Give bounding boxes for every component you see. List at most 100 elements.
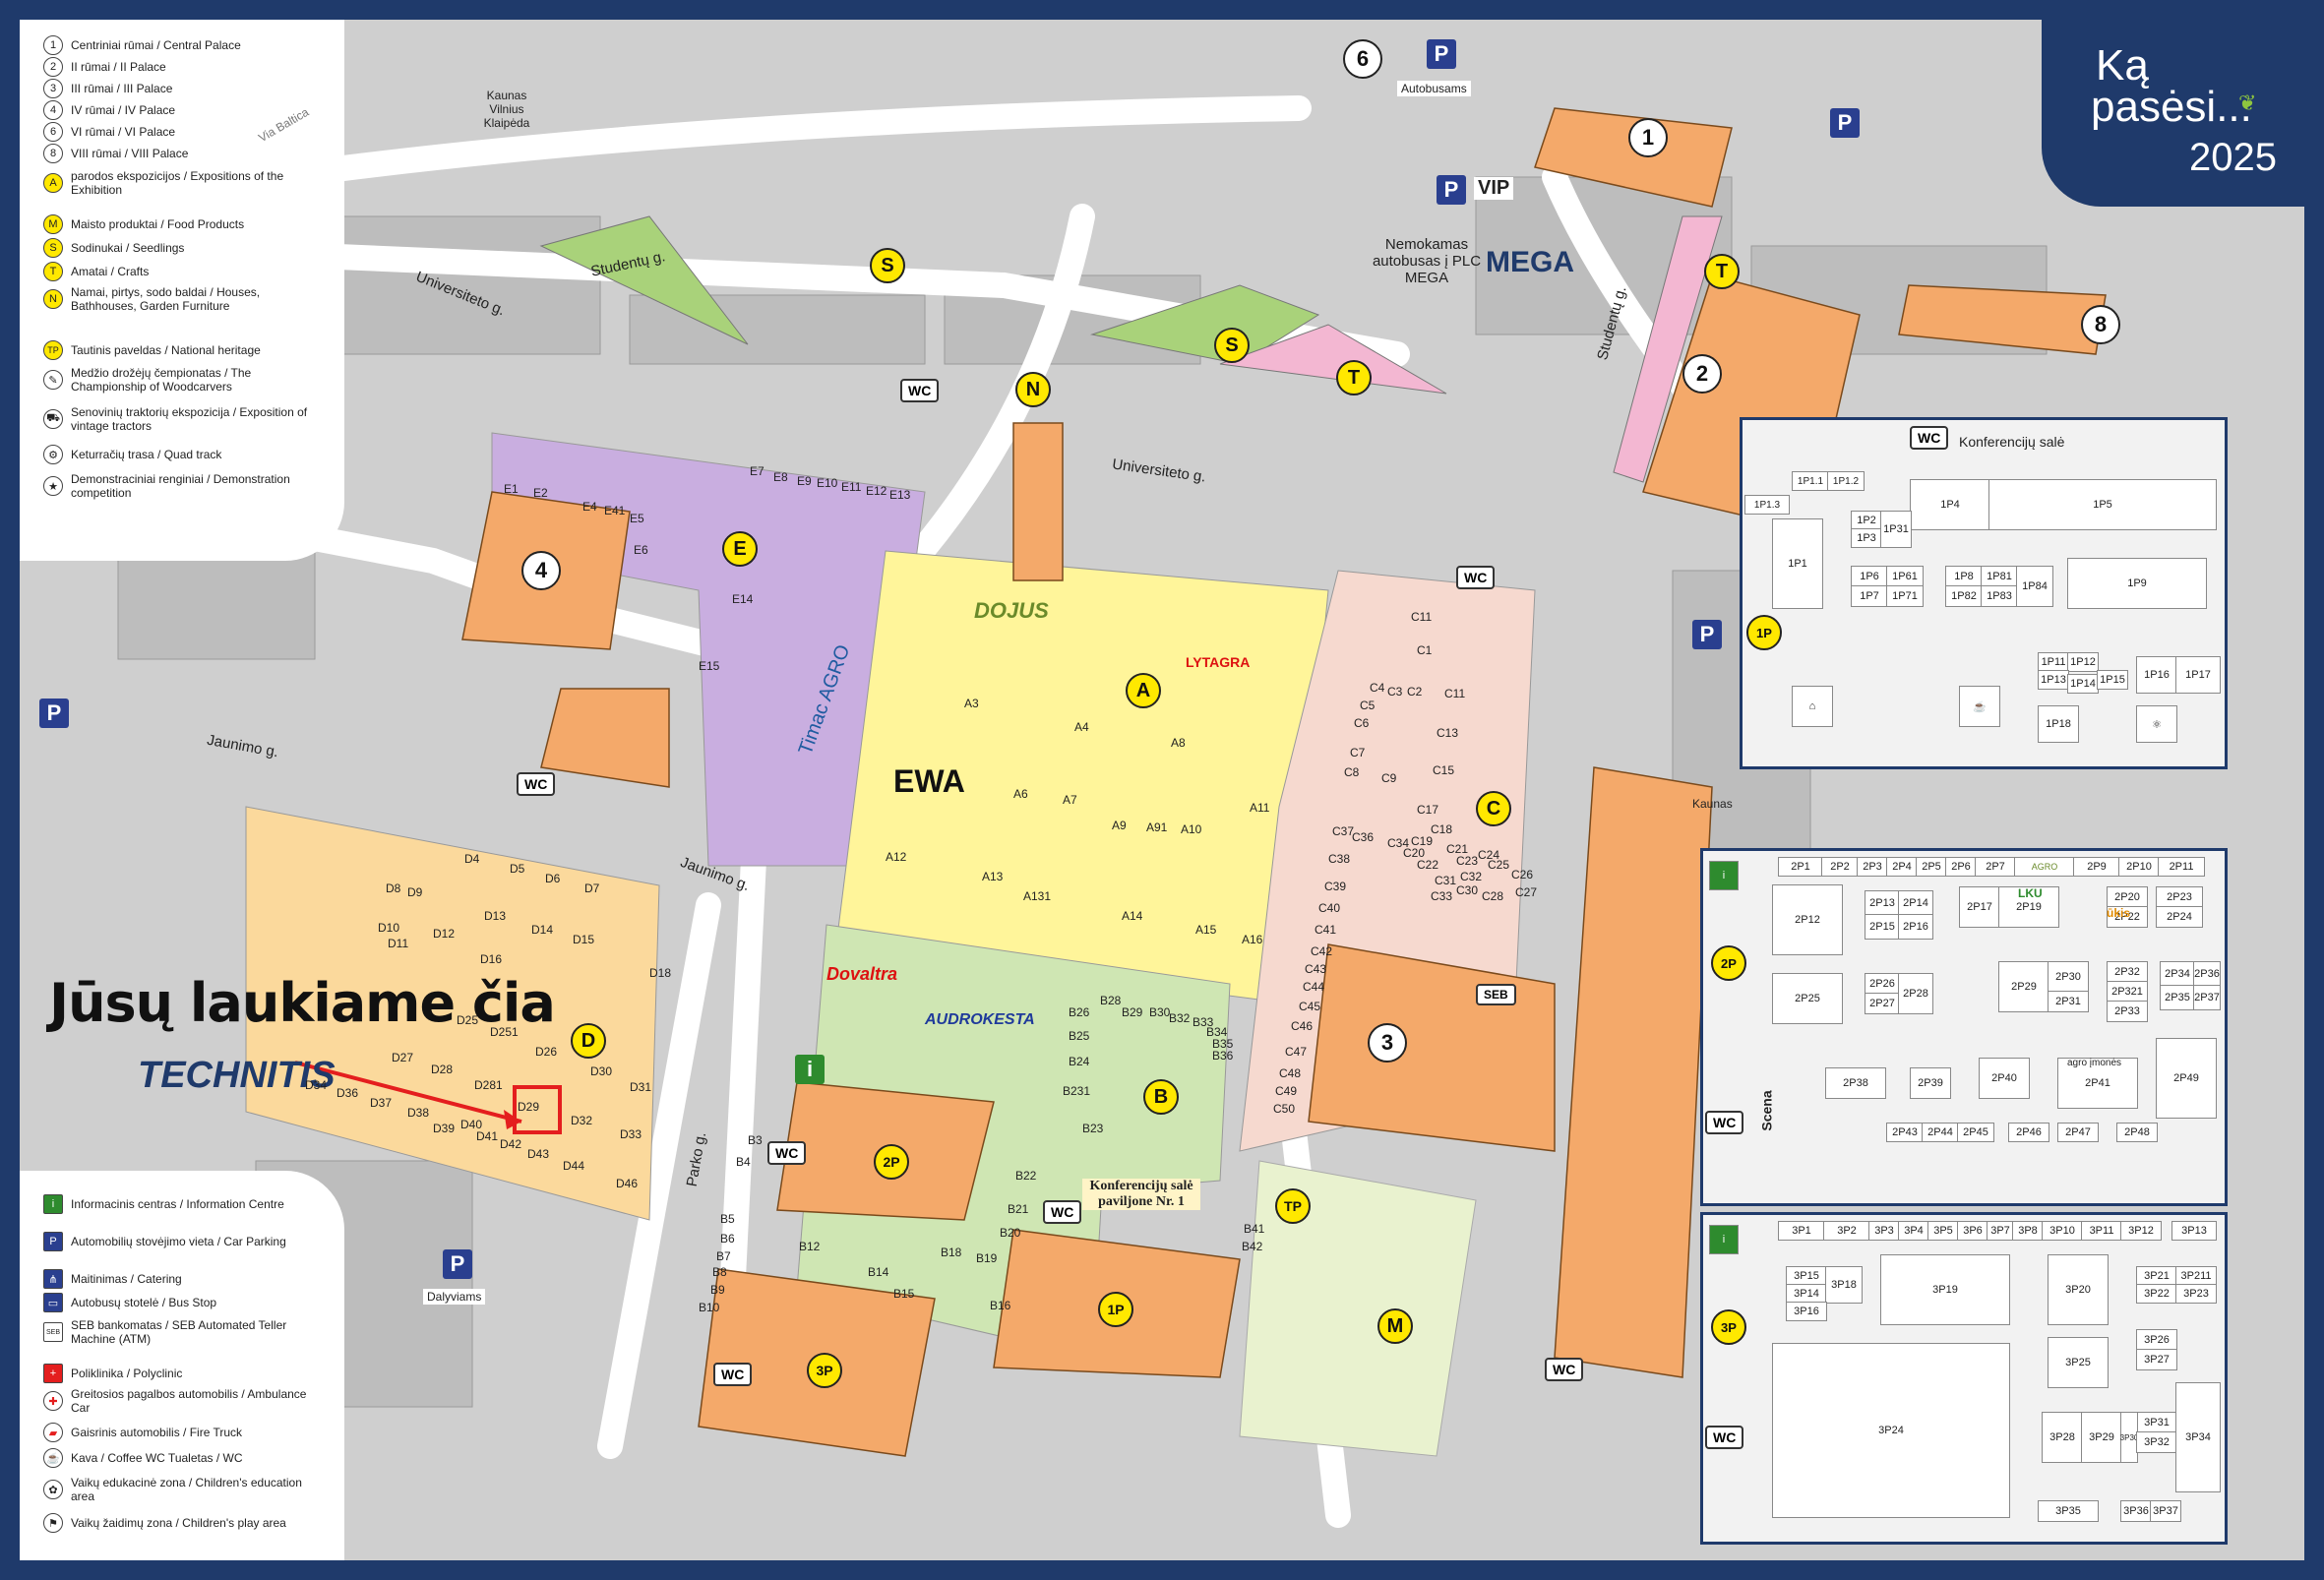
stand-cell[interactable]: 2P17 (1959, 886, 2000, 928)
stand-label[interactable]: B20 (1000, 1226, 1020, 1240)
stand-label[interactable]: B30 (1149, 1005, 1170, 1019)
stand-label[interactable]: C31 (1435, 874, 1456, 887)
stand-label[interactable]: B21 (1008, 1202, 1028, 1216)
stand-label[interactable]: D251 (490, 1025, 519, 1039)
stand-cell[interactable]: 3P1 (1778, 1221, 1825, 1241)
stand-label[interactable]: C28 (1482, 889, 1503, 903)
stand-cell[interactable]: 1P2 (1851, 511, 1882, 530)
stand-cell[interactable]: 3P31 (2136, 1412, 2177, 1433)
stand-label[interactable]: E11 (841, 480, 861, 494)
stand-label[interactable]: C4 (1370, 681, 1384, 695)
stand-cell[interactable]: 3P16 (1786, 1302, 1827, 1321)
zone-marker[interactable]: T (1336, 360, 1372, 395)
stand-cell[interactable]: 3P2 (1823, 1221, 1870, 1241)
stand-label[interactable]: B10 (699, 1301, 719, 1314)
stand-label[interactable]: B3 (748, 1133, 763, 1147)
palace-marker[interactable]: 3 (1368, 1023, 1407, 1063)
stand-label[interactable]: C8 (1344, 765, 1359, 779)
stand-cell[interactable]: 2P2 (1821, 857, 1859, 877)
stand-label[interactable]: A11 (1250, 801, 1269, 815)
stand-cell[interactable]: 1P14 (2067, 674, 2099, 694)
stand-label[interactable]: C5 (1360, 699, 1375, 712)
stand-label[interactable]: D12 (433, 927, 455, 941)
stand-label[interactable]: D26 (535, 1045, 557, 1059)
stand-label[interactable]: B41 (1244, 1222, 1264, 1236)
zone-marker[interactable]: N (1015, 372, 1051, 407)
stand-label[interactable]: C46 (1291, 1019, 1313, 1033)
stand-cell[interactable]: 2P5 (1916, 857, 1947, 877)
zone-marker[interactable]: S (1214, 328, 1250, 363)
stand-label[interactable]: C17 (1417, 803, 1438, 817)
stand-label[interactable]: E5 (630, 512, 644, 525)
hall-marker[interactable]: 1P (1098, 1292, 1133, 1327)
stand-label[interactable]: A8 (1171, 736, 1186, 750)
stand-label[interactable]: D18 (649, 966, 671, 980)
stand-label[interactable]: E10 (817, 476, 837, 490)
stand-label[interactable]: D7 (584, 881, 599, 895)
zone-marker[interactable]: C (1476, 791, 1511, 826)
stand-label[interactable]: E7 (750, 464, 764, 478)
stand-label[interactable]: C33 (1431, 889, 1452, 903)
stand-cell[interactable]: 2P34 (2160, 961, 2195, 987)
stand-cell[interactable]: 3P29 (2081, 1412, 2122, 1463)
stand-label[interactable]: D8 (386, 881, 400, 895)
stand-label[interactable]: C43 (1305, 962, 1326, 976)
stand-label[interactable]: E2 (533, 486, 548, 500)
stand-label[interactable]: D31 (630, 1080, 651, 1094)
stand-label[interactable]: D32 (571, 1114, 592, 1127)
stand-cell[interactable]: 1P11 (2038, 652, 2069, 672)
hall-marker[interactable]: 2P (874, 1144, 909, 1180)
zone-marker[interactable]: B (1143, 1079, 1179, 1115)
stand-cell[interactable]: 2P7 (1975, 857, 2016, 877)
stand-label[interactable]: D46 (616, 1177, 638, 1190)
stand-cell[interactable]: 2P3 (1857, 857, 1888, 877)
stand-label[interactable]: B9 (710, 1283, 725, 1297)
stand-cell[interactable]: 1P6 (1851, 566, 1888, 587)
stand-label[interactable]: B25 (1069, 1029, 1089, 1043)
stand-cell[interactable]: 2P29 (1998, 961, 2049, 1012)
stand-cell[interactable]: 1P61 (1886, 566, 1924, 587)
stand-label[interactable]: D11 (388, 937, 408, 950)
stand-label[interactable]: C44 (1303, 980, 1324, 994)
stand-cell[interactable]: 2P4 (1886, 857, 1918, 877)
stand-cell[interactable]: 1P9 (2067, 558, 2207, 609)
stand-cell[interactable]: 2P11 (2158, 857, 2205, 877)
stand-label[interactable]: B231 (1063, 1084, 1090, 1098)
stand-label[interactable]: C23 (1456, 854, 1478, 868)
stand-label[interactable]: C40 (1318, 901, 1340, 915)
stand-label[interactable]: A131 (1023, 889, 1051, 903)
stand-cell[interactable]: 1P71 (1886, 585, 1924, 607)
stand-cell[interactable]: 1P8 (1945, 566, 1983, 587)
stand-cell[interactable]: 2P15 (1865, 914, 1900, 940)
stand-cell[interactable]: 3P27 (2136, 1349, 2177, 1370)
stand-cell[interactable]: 3P24 (1772, 1343, 2010, 1518)
stand-cell[interactable]: 2P30 (2048, 961, 2089, 993)
stand-cell[interactable]: 2P23 (2156, 886, 2203, 908)
stand-label[interactable]: B29 (1122, 1005, 1142, 1019)
stand-label[interactable]: D39 (433, 1122, 455, 1135)
stand-label[interactable]: E14 (732, 592, 753, 606)
stand-cell[interactable]: 3P36 (2120, 1500, 2152, 1522)
stand-label[interactable]: A16 (1242, 933, 1262, 946)
stand-label[interactable]: B36 (1212, 1049, 1233, 1063)
stand-cell[interactable]: 2P14 (1898, 890, 1933, 916)
stand-cell[interactable]: 3P4 (1898, 1221, 1929, 1241)
stand-cell[interactable]: 2P25 (1772, 973, 1843, 1024)
palace-marker[interactable]: 2 (1682, 354, 1722, 394)
stand-label[interactable]: C42 (1311, 944, 1332, 958)
hall-marker[interactable]: 1P (1746, 615, 1782, 650)
stand-cell[interactable]: 3P26 (2136, 1329, 2177, 1351)
stand-label[interactable]: C50 (1273, 1102, 1295, 1116)
stand-cell[interactable]: 2P46 (2008, 1123, 2049, 1142)
stand-label[interactable]: B22 (1015, 1169, 1036, 1183)
stand-cell[interactable]: 2P38 (1825, 1067, 1886, 1099)
stand-cell[interactable]: 1P18 (2038, 705, 2079, 743)
stand-cell[interactable]: 1P83 (1981, 585, 2018, 607)
hall-marker[interactable]: 3P (807, 1353, 842, 1388)
hall-marker[interactable]: 2P (1711, 945, 1746, 981)
stand-label[interactable]: A14 (1122, 909, 1142, 923)
stand-cell[interactable]: 3P14 (1786, 1284, 1827, 1304)
stand-label[interactable]: C22 (1417, 858, 1438, 872)
palace-marker[interactable]: 8 (2081, 305, 2120, 344)
stand-cell[interactable]: 3P35 (2038, 1500, 2099, 1522)
